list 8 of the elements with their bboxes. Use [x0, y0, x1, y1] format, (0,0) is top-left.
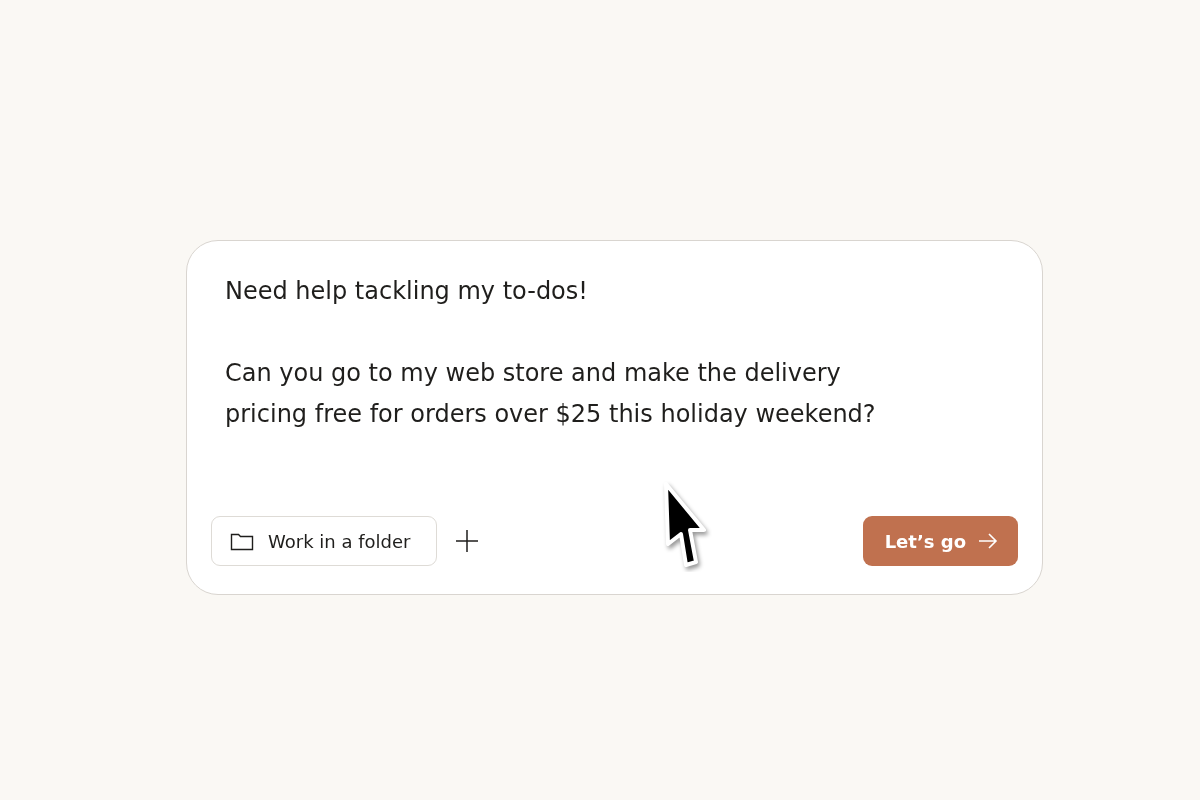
arrow-icon: [978, 533, 998, 549]
folder-icon: [230, 531, 254, 551]
prompt-field[interactable]: Need help tackling my to-dos! Can you go to my web store and make the delivery pricing free for orders over $25 this holiday weekend?: [211, 271, 925, 516]
prompt-text: Need help tackling my to-dos!: [225, 276, 589, 307]
prompt-text: Can you go to my web store and make the delivery pricing free for orders over $25 this holiday weekend?: [225, 358, 877, 430]
folder-button[interactable]: Work in a folder: [211, 516, 438, 566]
plus-icon[interactable]: [455, 529, 480, 553]
submit-button[interactable]: Let’s go: [862, 516, 1018, 566]
